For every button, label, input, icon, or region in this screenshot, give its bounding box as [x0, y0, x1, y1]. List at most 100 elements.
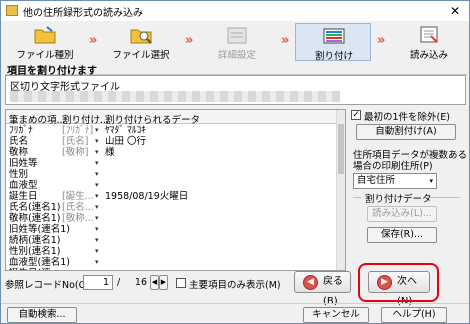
folder-icon — [34, 26, 56, 44]
close-icon[interactable]: ✕ — [441, 1, 469, 21]
assign-source-cell[interactable]: [敬称... — [62, 213, 94, 224]
chevron-down-icon[interactable]: ▾ — [95, 169, 99, 180]
record-next-button[interactable]: ▶ — [159, 275, 168, 290]
main-only-checkbox[interactable] — [176, 278, 186, 288]
chevron-down-icon[interactable]: ▾ — [95, 268, 99, 270]
table-row[interactable]: 誕生日(連... ▾ — [6, 268, 336, 270]
grid-header: 筆まめの項... 割り付け... 割り付けられるデータ — [6, 110, 345, 126]
main-only-label[interactable]: 主要項目のみ表示(M) — [189, 277, 281, 291]
field-name-cell: 血液型(連名1) — [9, 257, 70, 268]
grid-scrollbar[interactable] — [336, 110, 345, 270]
field-name-cell: 旧姓等(連名1) — [9, 224, 70, 235]
chevron-down-icon[interactable]: ▾ — [95, 125, 99, 136]
table-row[interactable]: 氏名 [氏名] ▾ 山田 〇行 — [6, 136, 336, 147]
table-row[interactable]: 氏名(連名1) [氏名... ▾ — [6, 202, 336, 213]
table-row[interactable]: 続柄(連名1) ▾ — [6, 235, 336, 246]
record-prev-button[interactable]: ◀ — [150, 275, 159, 290]
table-row[interactable]: 敬称 [敬称] ▾ 様 — [6, 147, 336, 158]
assign-source-cell[interactable]: [ﾌﾘｶﾞﾅ] — [62, 125, 93, 136]
step-assign[interactable]: 割り付け — [295, 23, 371, 62]
step-label: 読み込み — [409, 50, 448, 61]
assigned-data-cell: 山田 〇行 — [105, 136, 147, 147]
load-assign-data-button[interactable]: 読み込み(L)... — [367, 206, 437, 222]
chevron-down-icon[interactable]: ▾ — [95, 147, 99, 158]
field-assignment-grid[interactable]: 筆まめの項... 割り付け... 割り付けられるデータ ﾌﾘｶﾞﾅ [ﾌﾘｶﾞﾅ]… — [5, 109, 346, 271]
step-arrow-icon: » — [377, 33, 386, 48]
file-path-redacted — [10, 91, 340, 102]
cancel-button[interactable]: キャンセル — [303, 307, 369, 323]
description-line: 場合の印刷住所(P) — [353, 161, 433, 172]
field-name-cell: 血液型 — [9, 180, 38, 191]
chevron-down-icon[interactable]: ▾ — [95, 158, 99, 169]
back-button[interactable]: ◀ 戻る(B) — [294, 271, 351, 307]
table-row[interactable]: 血液型 ▾ — [6, 180, 336, 191]
skip-first-checkbox[interactable]: ✓ — [351, 110, 361, 120]
table-row[interactable]: 旧姓等 ▾ — [6, 158, 336, 169]
window-title: 他の住所録形式の読み込み — [23, 8, 143, 19]
assigned-data-cell: ﾔﾏﾀﾞ ﾏﾙｺｷ — [105, 125, 147, 136]
field-name-cell: 続柄(連名1) — [9, 235, 61, 246]
table-row[interactable]: 旧姓等(連名1) ▾ — [6, 224, 336, 235]
chevron-down-icon[interactable]: ▾ — [95, 180, 99, 191]
chevron-down-icon[interactable]: ▾ — [95, 136, 99, 147]
step-detail-settings: 詳細設定 — [199, 23, 275, 61]
folder-search-icon — [130, 29, 152, 44]
table-row[interactable]: 敬称(連名1) [敬称... ▾ — [6, 213, 336, 224]
field-name-cell: 氏名 — [9, 136, 29, 147]
field-name-cell: 誕生日 — [9, 191, 38, 202]
select-value: 自宅住所 — [357, 175, 396, 186]
chevron-down-icon: ▾ — [429, 177, 433, 185]
description-line: 住所項目データが複数ある — [353, 150, 468, 161]
field-name-cell: 性別(連名1) — [9, 246, 61, 257]
title-bar: 他の住所録形式の読み込み ✕ — [1, 1, 469, 21]
field-name-cell: 敬称 — [9, 147, 29, 158]
step-label: 詳細設定 — [217, 50, 256, 61]
assign-source-cell[interactable]: [氏名... — [62, 202, 94, 213]
chevron-down-icon[interactable]: ▾ — [95, 235, 99, 246]
chevron-down-icon[interactable]: ▾ — [95, 213, 99, 224]
step-file-select[interactable]: ファイル選択 — [103, 23, 179, 61]
import-dialog: 他の住所録形式の読み込み ✕ ファイル種別 » ファイル選択 » 詳細設定 » … — [0, 0, 470, 324]
table-row[interactable]: ﾌﾘｶﾞﾅ [ﾌﾘｶﾞﾅ] ▾ ﾔﾏﾀﾞ ﾏﾙｺｷ — [6, 125, 336, 136]
table-row[interactable]: 誕生日 [誕生... ▾ 1958/08/19火曜日 — [6, 191, 336, 202]
next-button-highlight — [358, 263, 439, 302]
assign-source-cell[interactable]: [敬称] — [62, 147, 88, 158]
save-assign-data-button[interactable]: 保存(R)... — [367, 227, 437, 243]
app-icon — [6, 5, 18, 16]
column-header-field[interactable]: 筆まめの項... — [9, 112, 66, 126]
step-label: ファイル選択 — [112, 50, 170, 61]
chevron-down-icon[interactable]: ▾ — [95, 224, 99, 235]
table-row[interactable]: 性別(連名1) ▾ — [6, 246, 336, 257]
step-label: ファイル種別 — [16, 50, 74, 61]
chevron-down-icon[interactable]: ▾ — [95, 202, 99, 213]
chevron-down-icon[interactable]: ▾ — [95, 246, 99, 257]
chevron-down-icon[interactable]: ▾ — [95, 191, 99, 202]
field-name-cell: ﾌﾘｶﾞﾅ — [9, 125, 33, 136]
help-button[interactable]: ヘルプ(H) — [381, 307, 447, 323]
column-header-assign[interactable]: 割り付け... — [62, 112, 109, 126]
skip-first-label[interactable]: 最初の1件を除外(E) — [364, 109, 450, 123]
field-name-cell: 性別 — [9, 169, 29, 180]
column-header-data[interactable]: 割り付けられるデータ — [105, 112, 200, 126]
auto-search-button[interactable]: 自動検索... — [7, 307, 77, 323]
table-row[interactable]: 血液型(連名1) ▾ — [6, 257, 336, 268]
step-file-type[interactable]: ファイル種別 — [7, 23, 83, 61]
field-name-cell: 旧姓等 — [9, 158, 38, 169]
print-address-select[interactable]: 自宅住所 ▾ — [353, 173, 437, 189]
arrow-left-icon: ◀ — [303, 275, 318, 290]
chevron-down-icon[interactable]: ▾ — [95, 257, 99, 268]
field-name-cell: 敬称(連名1) — [9, 213, 61, 224]
step-import[interactable]: 読み込み — [391, 23, 467, 61]
table-row[interactable]: 性別 ▾ — [6, 169, 336, 180]
columns-icon — [323, 28, 345, 44]
auto-assign-button[interactable]: 自動割付け(A) — [356, 124, 456, 140]
section-title: 項目を割り付けます — [5, 62, 467, 77]
assign-data-title: 割り付けデータ — [365, 194, 432, 205]
field-name-cell: 氏名(連名1) — [9, 202, 61, 213]
import-icon — [420, 26, 438, 43]
assign-source-cell[interactable]: [誕生... — [62, 191, 94, 202]
scrollbar-thumb[interactable] — [338, 124, 344, 174]
record-current-field[interactable]: 1 — [83, 275, 113, 290]
step-arrow-icon: » — [89, 33, 98, 48]
assign-source-cell[interactable]: [氏名] — [62, 136, 88, 147]
